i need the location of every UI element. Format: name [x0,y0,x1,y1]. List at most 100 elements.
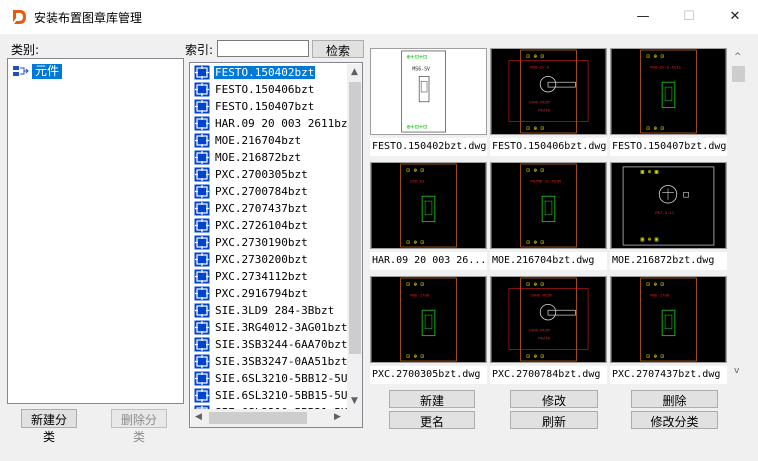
list-item[interactable]: FESTO.150407bzt [191,98,347,115]
category-label: 类别: [11,43,40,57]
symbol-icon [194,167,210,182]
list-item[interactable]: PXC.2734112bzt [191,268,347,285]
new-button[interactable]: 新建 [389,390,475,408]
thumbnail-caption: PXC.2700305bzt.dwg [370,366,487,384]
new-category-button[interactable]: 新建分类 [21,409,77,444]
list-item[interactable]: PXC.2916794bzt [191,285,347,302]
list-item-label: SIE.3LD9 284-3Bbzt [215,304,335,317]
thumbnail-card[interactable]: ⊡ ⊕ ⊡ MS6-SV-E-ASIS ⊡ ⊕ ⊡ FESTO.150407bzt… [610,48,727,160]
symbol-icon [194,371,210,386]
scroll-left-arrow-icon[interactable]: ◀ [195,412,202,422]
list-item-label: SIE.3SB3247-0AA51bzt [215,355,347,368]
delete-category-button[interactable]: 删除分类 [111,409,167,444]
rename-button[interactable]: 更名 [389,411,475,429]
list-item-label: SIE.3SB3244-6AA70bzt [215,338,347,351]
thumbnail-card[interactable]: ⊕+⊡+⊡ MS6-SV ⊕+⊡+⊡ FESTO.150402bzt.dwg [370,48,487,160]
svg-text:⊡ ⊕ ⊡: ⊡ ⊕ ⊡ [527,354,545,360]
list-item[interactable]: PXC.2726104bzt [191,217,347,234]
symbol-icon [194,116,210,131]
thumbnail-card[interactable]: ⊡ ⊕ ⊡ SXH6-PKZM SXH6-PKZM PKZ40 ⊡ ⊕ ⊡ PXC.… [490,276,607,388]
list-item[interactable]: SIE.3RG4012-3AG01bzt [191,319,347,336]
thumbnail-preview[interactable]: ⊡ ⊕ ⊡ MS6-SV-E SXH6-PKZM PKZ40 ⊡ ⊕ ⊡ [490,48,607,135]
maximize-button[interactable]: ☐ [666,0,712,34]
list-item-label: MOE.216872bzt [215,151,302,164]
list-item-label: MOE.216704bzt [215,134,302,147]
symbol-icon [194,184,210,199]
refresh-button[interactable]: 刷新 [510,411,598,429]
thumbnail-card[interactable]: ⊡ ⊕ ⊡ DXD 03 ⊡ ⊕ ⊡ HAR.09 20 003 26... [370,162,487,274]
thumbnail-preview[interactable]: ⊡ ⊕ ⊡ DXD 03 ⊡ ⊕ ⊡ [370,162,487,249]
list-item-label: PXC.2726104bzt [215,219,308,232]
list-item[interactable]: PXC.2730200bzt [191,251,347,268]
thumbnail-grid[interactable]: ⊕+⊡+⊡ MS6-SV ⊕+⊡+⊡ FESTO.150402bzt.dwg ⊡ … [368,46,728,384]
symbol-icon [194,82,210,97]
thumbnail-preview[interactable]: ⊡ ⊕ ⊡ MS6-SV-E-ASIS ⊡ ⊕ ⊡ [610,48,727,135]
list-hscroll-thumb[interactable] [209,412,307,424]
category-tree[interactable]: 元件 [7,58,184,404]
svg-text:▣ ⊕ ▣: ▣ ⊕ ▣ [641,170,659,176]
thumbnail-card[interactable]: ⊡ ⊕ ⊡ PKZM0-32 PKZM ⊡ ⊕ ⊡ MOE.216704bzt.d… [490,162,607,274]
list-item[interactable]: PXC.2707437bzt [191,200,347,217]
list-item-label: PXC.2707437bzt [215,202,308,215]
list-item[interactable]: FESTO.150402bzt [191,64,347,81]
svg-text:⊡ ⊕ ⊡: ⊡ ⊕ ⊡ [527,240,545,246]
list-item[interactable]: HAR.09 20 003 2611bzt [191,115,347,132]
list-scroll-thumb[interactable] [349,82,361,354]
symbol-list[interactable]: FESTO.150402bzt FESTO.150406bzt FESTO.15… [189,62,363,428]
list-item[interactable]: MOE.216704bzt [191,132,347,149]
minimize-button[interactable]: — [620,0,666,34]
close-button[interactable]: ✕ [712,0,758,34]
preview-vertical-scrollbar[interactable]: ^ v [730,50,747,382]
list-item[interactable]: SIE.6SL3210-5BB15-5UV1 [191,387,347,404]
list-item[interactable]: SIE.3SB3244-6AA70bzt [191,336,347,353]
preview-scroll-up-icon[interactable]: ^ [734,52,742,62]
tree-item-components[interactable]: 元件 [12,63,63,79]
list-item[interactable]: SIE.3LD9 284-3Bbzt [191,302,347,319]
thumbnail-preview[interactable]: ⊡ ⊕ ⊡ MOE-2700 ⊡ ⊕ ⊡ [610,276,727,363]
window-title: 安装布置图章库管理 [34,11,143,25]
list-item[interactable]: PXC.2700305bzt [191,166,347,183]
thumbnail-preview[interactable]: ⊡ ⊕ ⊡ SXH6-PKZM SXH6-PKZM PKZ40 ⊡ ⊕ ⊡ [490,276,607,363]
thumbnail-card[interactable]: ⊡ ⊕ ⊡ MS6-SV-E SXH6-PKZM PKZ40 ⊡ ⊕ ⊡ FESTO… [490,48,607,160]
scroll-down-arrow-icon[interactable]: ▼ [351,396,358,406]
thumbnail-preview[interactable]: ⊡ ⊕ ⊡ PKZM0-32 PKZM ⊡ ⊕ ⊡ [490,162,607,249]
scroll-right-arrow-icon[interactable]: ▶ [334,412,341,422]
thumbnail-card[interactable]: ⊡ ⊕ ⊡ MOE-2700 ⊡ ⊕ ⊡ PXC.2707437bzt.dwg [610,276,727,388]
list-vertical-scrollbar[interactable]: ▲ ▼ [347,64,362,409]
list-item-label: SIE.3RG4012-3AG01bzt [215,321,347,334]
list-item[interactable]: SIE.6SL3210-5BB12-5UV1 [191,370,347,387]
thumbnail-preview[interactable]: ⊕+⊡+⊡ MS6-SV ⊕+⊡+⊡ [370,48,487,135]
svg-text:⊡ ⊕ ⊡: ⊡ ⊕ ⊡ [407,282,425,288]
thumbnail-caption: FESTO.150407bzt.dwg [610,138,727,156]
change-category-button[interactable]: 修改分类 [631,411,718,429]
svg-text:SXH6-PKZM: SXH6-PKZM [530,293,552,298]
list-item[interactable]: FESTO.150406bzt [191,81,347,98]
thumbnail-card[interactable]: ▣ ⊕ ▣ PKZ-3-11 ▣ ⊕ ▣ MOE.216872bzt.dwg [610,162,727,274]
thumbnail-preview[interactable]: ⊡ ⊕ ⊡ MOE-2700 ⊡ ⊕ ⊡ [370,276,487,363]
symbol-icon [194,269,210,284]
search-button[interactable]: 检索 [312,40,364,58]
list-horizontal-scrollbar[interactable]: ◀ ▶ [191,409,347,427]
svg-text:MOE-2700: MOE-2700 [650,293,669,298]
list-item[interactable]: SIE.3SB3247-0AA51bzt [191,353,347,370]
svg-text:⊕+⊡+⊡: ⊕+⊡+⊡ [407,53,428,61]
list-item[interactable]: MOE.216872bzt [191,149,347,166]
list-item-label: PXC.2916794bzt [215,287,308,300]
edit-button[interactable]: 修改 [510,390,598,408]
symbol-icon [194,235,210,250]
search-input[interactable] [217,40,309,57]
list-item[interactable]: PXC.2730190bzt [191,234,347,251]
list-item-label: FESTO.150402bzt [214,66,316,79]
delete-button[interactable]: 删除 [631,390,718,408]
scroll-up-arrow-icon[interactable]: ▲ [351,67,358,77]
symbol-list-items[interactable]: FESTO.150402bzt FESTO.150406bzt FESTO.15… [191,64,347,409]
preview-scroll-thumb[interactable] [732,66,745,82]
list-item[interactable]: PXC.2700784bzt [191,183,347,200]
svg-text:SXH6-PKZM: SXH6-PKZM [528,328,550,333]
thumbnail-preview[interactable]: ▣ ⊕ ▣ PKZ-3-11 ▣ ⊕ ▣ [610,162,727,249]
thumbnail-card[interactable]: ⊡ ⊕ ⊡ MOE-2700 ⊡ ⊕ ⊡ PXC.2700305bzt.dwg [370,276,487,388]
scroll-corner [347,409,362,427]
list-item-label: PXC.2730190bzt [215,236,308,249]
symbol-icon [194,320,210,335]
preview-scroll-down-icon[interactable]: v [734,366,739,376]
